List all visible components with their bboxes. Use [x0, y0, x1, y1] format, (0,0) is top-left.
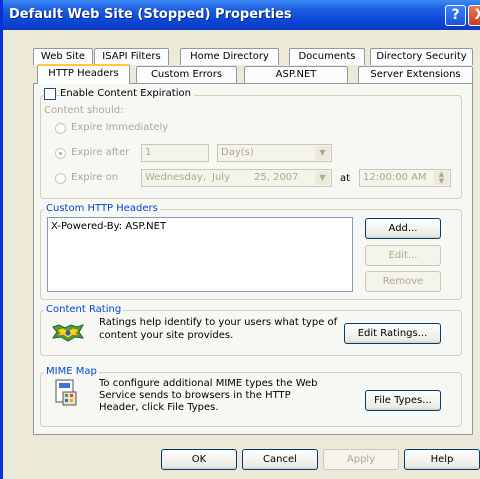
- content-rating-text-line2: content your site provides.: [99, 330, 234, 341]
- content-rating-legend: Content Rating: [44, 304, 124, 315]
- expire-on-radio[interactable]: [55, 173, 66, 184]
- list-item[interactable]: X-Powered-By: ASP.NET: [51, 221, 166, 232]
- tab-custom-errors[interactable]: Custom Errors: [136, 66, 237, 83]
- tab-documents[interactable]: Documents: [289, 48, 365, 65]
- tab-web-site[interactable]: Web Site: [33, 48, 93, 65]
- time-value: 12:00:00 AM: [363, 172, 427, 183]
- apply-button[interactable]: Apply: [323, 449, 399, 470]
- mime-map-text-line1: To configure additional MIME types the W…: [99, 378, 318, 389]
- cancel-button[interactable]: Cancel: [242, 449, 318, 470]
- close-button[interactable]: X: [468, 5, 480, 26]
- tab-isapi-filters[interactable]: ISAPI Filters: [94, 48, 169, 65]
- expire-on-date-picker[interactable]: Wednesday, July 25, 2007 ▼: [141, 169, 332, 187]
- content-rating-text-line1: Ratings help identify to your users what…: [99, 317, 338, 328]
- title-bar[interactable]: Default Web Site (Stopped) Properties ? …: [3, 0, 480, 30]
- help-title-button[interactable]: ?: [445, 5, 466, 26]
- at-label: at: [340, 173, 351, 184]
- expire-immediately-label: Expire Immediately: [71, 122, 169, 133]
- edit-ratings-button[interactable]: Edit Ratings...: [344, 323, 441, 344]
- custom-headers-legend: Custom HTTP Headers: [44, 203, 160, 214]
- expire-after-radio[interactable]: [55, 148, 66, 159]
- file-types-button[interactable]: File Types...: [365, 390, 441, 411]
- enable-expiration-checkbox[interactable]: [44, 88, 56, 100]
- expire-on-label: Expire on: [71, 172, 119, 183]
- expire-after-unit-select[interactable]: Day(s) ▼: [217, 144, 332, 162]
- date-weekday: Wednesday,: [145, 172, 207, 183]
- remove-button[interactable]: Remove: [365, 271, 441, 292]
- ok-button[interactable]: OK: [161, 449, 237, 470]
- add-button[interactable]: Add...: [365, 218, 441, 239]
- help-button[interactable]: Help: [404, 449, 480, 470]
- mime-file-types-icon: [55, 379, 77, 406]
- tab-directory-security[interactable]: Directory Security: [370, 48, 473, 65]
- date-month: July: [212, 172, 230, 183]
- expire-after-value-field[interactable]: 1: [141, 144, 209, 162]
- rating-award-icon: [51, 324, 85, 342]
- custom-headers-list[interactable]: X-Powered-By: ASP.NET: [47, 217, 353, 292]
- window-title: Default Web Site (Stopped) Properties: [9, 7, 292, 22]
- enable-expiration-label: Enable Content Expiration: [60, 88, 194, 99]
- http-headers-page: Enable Content Expiration Content should…: [33, 83, 473, 435]
- tab-server-extensions[interactable]: Server Extensions: [358, 66, 473, 83]
- chevron-down-icon: ▼: [315, 171, 330, 185]
- expire-on-time-field[interactable]: 12:00:00 AM ▲ ▼: [359, 169, 451, 187]
- chevron-down-icon: ▼: [315, 146, 330, 160]
- mime-map-text-line2: Service sends to browsers in the HTTP: [99, 390, 291, 401]
- tab-home-directory[interactable]: Home Directory: [180, 48, 279, 65]
- expire-after-label: Expire after: [71, 147, 130, 158]
- expire-immediately-radio[interactable]: [55, 123, 66, 134]
- properties-window: Default Web Site (Stopped) Properties ? …: [0, 0, 480, 479]
- date-day-year: 25, 2007: [254, 172, 299, 183]
- spin-updown-icon: ▲ ▼: [434, 171, 449, 185]
- mime-map-legend: MIME Map: [44, 366, 99, 377]
- edit-button[interactable]: Edit...: [365, 245, 441, 266]
- content-should-label: Content should:: [44, 105, 124, 116]
- tab-asp-net[interactable]: ASP.NET: [244, 66, 348, 83]
- tab-http-headers[interactable]: HTTP Headers: [37, 64, 130, 84]
- mime-map-text-line3: Header, click File Types.: [99, 402, 219, 413]
- expire-after-unit-value: Day(s): [221, 147, 254, 158]
